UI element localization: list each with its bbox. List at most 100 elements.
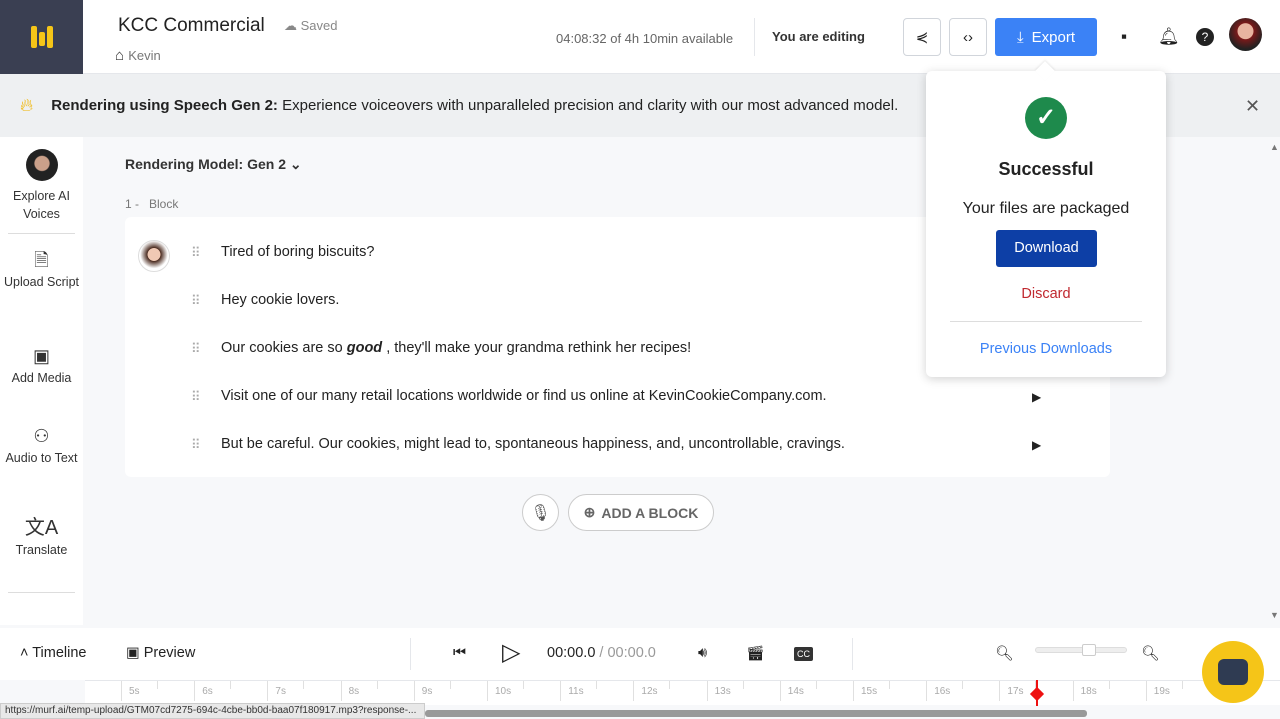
ruler-tick (121, 681, 122, 701)
sidebar-item-add-media[interactable]: ▣ Add Media (0, 347, 83, 387)
ruler-tick (999, 681, 1001, 701)
discard-button[interactable]: Discard (926, 286, 1166, 302)
preview-button[interactable]: ▣ Preview (126, 645, 195, 661)
sidebar-item-upload-script[interactable]: 🗎 Upload Script (0, 251, 83, 291)
play-line-icon[interactable]: ▶ (1032, 438, 1041, 452)
preview-icon: ▣ (126, 645, 144, 661)
popup-title: Successful (998, 159, 1094, 179)
play-line-icon[interactable]: ▶ (1032, 390, 1041, 404)
total-time: / 00:00.0 (599, 645, 656, 661)
ruler-tick (779, 681, 781, 701)
script-line[interactable]: Hey cookie lovers. (221, 292, 339, 308)
code-icon: ‹› (963, 28, 973, 46)
ruler-minor-tick (962, 681, 964, 689)
editing-status: You are editing (754, 18, 865, 56)
ruler-tick (926, 681, 928, 701)
record-button[interactable]: 🎙︎ (522, 494, 559, 531)
media-icon: ▣ (32, 346, 50, 366)
previous-downloads-link[interactable]: Previous Downloads (926, 341, 1166, 357)
ruler-minor-tick (889, 681, 890, 689)
ruler-tick (487, 681, 488, 701)
scroll-down-arrow[interactable]: ▼ (1270, 610, 1279, 620)
volume-icon[interactable]: 🔊︎ (698, 645, 707, 661)
ruler-tick (267, 681, 269, 701)
share-button[interactable]: ⋞ (903, 18, 941, 56)
ruler-label: 18s (1080, 686, 1097, 697)
comment-icon[interactable]: ▪ (1121, 27, 1127, 47)
ruler-tick (853, 681, 854, 701)
block-label: 1 - Block (125, 197, 179, 211)
ruler-minor-tick (449, 681, 451, 689)
horizontal-scrollbar[interactable] (425, 710, 1087, 717)
ruler-minor-tick (523, 681, 524, 689)
download-button[interactable]: Download (996, 230, 1097, 267)
ruler-label: 8s (348, 686, 360, 697)
drag-handle-icon[interactable]: ⠿ (191, 389, 200, 405)
popup-message: Your files are packaged (962, 200, 1130, 217)
ruler-label: 7s (275, 686, 286, 697)
script-line[interactable]: But be careful. Our cookies, might lead … (221, 436, 845, 452)
help-icon[interactable]: ? (1196, 28, 1214, 46)
timeline-ruler[interactable]: 5s 6s 7s 8s 9s 10s 11s 12s 13s 14s 15s 16s 17s 18s 19s (85, 680, 1280, 705)
script-line[interactable]: Visit one of our many retail locations w… (221, 388, 827, 404)
breadcrumb[interactable]: ⌂ Kevin (115, 47, 161, 64)
ruler-label: 9s (421, 686, 433, 697)
user-avatar[interactable] (1229, 18, 1262, 51)
sidebar-item-translate[interactable]: 文A Translate (0, 518, 83, 559)
drag-handle-icon[interactable]: ⠿ (191, 245, 200, 261)
app-logo[interactable] (0, 0, 83, 74)
timeline-toggle[interactable]: ˄ Timeline (20, 645, 87, 661)
ruler-minor-tick (815, 681, 817, 689)
drag-handle-icon[interactable]: ⠿ (191, 341, 200, 357)
download-icon: ⤓ (1017, 28, 1024, 46)
play-icon[interactable]: ▷ (502, 638, 520, 667)
chat-support-button[interactable] (1202, 641, 1264, 703)
ruler-label: 10s (495, 686, 512, 697)
export-button[interactable]: ⤓ Export (995, 18, 1097, 56)
ruler-minor-tick (596, 681, 598, 689)
ruler-label: 16s (934, 686, 951, 697)
upload-script-icon: 🗎 (34, 250, 49, 270)
ruler-minor-tick (303, 681, 305, 689)
chevron-down-icon: ⌄ (289, 156, 302, 172)
status-url: https://murf.ai/temp-upload/GTM07cd7275-… (0, 703, 425, 719)
zoom-slider[interactable] (1035, 647, 1127, 653)
drag-handle-icon[interactable]: ⠿ (191, 437, 200, 453)
ruler-minor-tick (376, 681, 378, 689)
bell-icon[interactable]: 🔔︎ (1158, 27, 1180, 47)
current-time: 00:00.0 (547, 645, 596, 661)
ruler-minor-tick (669, 681, 671, 689)
voice-avatar[interactable] (138, 240, 170, 272)
drag-handle-icon[interactable]: ⠿ (191, 293, 200, 309)
ruler-label: 14s (787, 686, 804, 697)
cloud-check-icon: ☁ (284, 18, 301, 33)
close-banner-icon[interactable]: ✕ (1245, 96, 1260, 117)
ruler-tick (194, 681, 196, 701)
scroll-up-arrow[interactable]: ▲ (1270, 142, 1279, 152)
check-circle-icon: ✓ (1025, 97, 1067, 139)
audio-to-text-icon: ⚇ (33, 426, 50, 446)
add-block-button[interactable]: ⊕ ADD A BLOCK (568, 494, 714, 531)
zoom-slider-handle[interactable] (1082, 644, 1096, 656)
ruler-label: 17s (1007, 686, 1024, 697)
microphone-icon: 🎙︎ (530, 504, 551, 522)
script-line[interactable]: Tired of boring biscuits? (221, 244, 374, 260)
zoom-out-icon[interactable]: 🔍︎ (995, 645, 1013, 662)
ruler-tick (1145, 681, 1147, 701)
chevron-up-icon: ˄ (20, 645, 33, 661)
script-line[interactable]: Our cookies are so good , they'll make y… (221, 340, 691, 356)
sidebar-item-explore-voices[interactable]: Explore AI Voices (0, 149, 83, 223)
plus-circle-icon: ⊕ (583, 504, 596, 520)
project-title[interactable]: KCC Commercial (118, 15, 265, 37)
clapperboard-icon[interactable]: 🎬︎ (746, 645, 764, 662)
ruler-tick (413, 681, 415, 701)
zoom-in-icon[interactable]: 🔍︎ (1141, 645, 1159, 662)
share-icon: ⋞ (915, 29, 929, 46)
skip-back-icon[interactable]: ⏮︎ (453, 645, 466, 661)
rendering-model-dropdown[interactable]: Rendering Model: Gen 2 ⌄ (125, 156, 302, 173)
ruler-label: 5s (129, 686, 140, 697)
captions-icon[interactable]: CC (794, 647, 813, 661)
embed-button[interactable]: ‹› (949, 18, 987, 56)
sidebar-item-audio-to-text[interactable]: ⚇ Audio to Text (0, 427, 83, 467)
ruler-tick (706, 681, 708, 701)
